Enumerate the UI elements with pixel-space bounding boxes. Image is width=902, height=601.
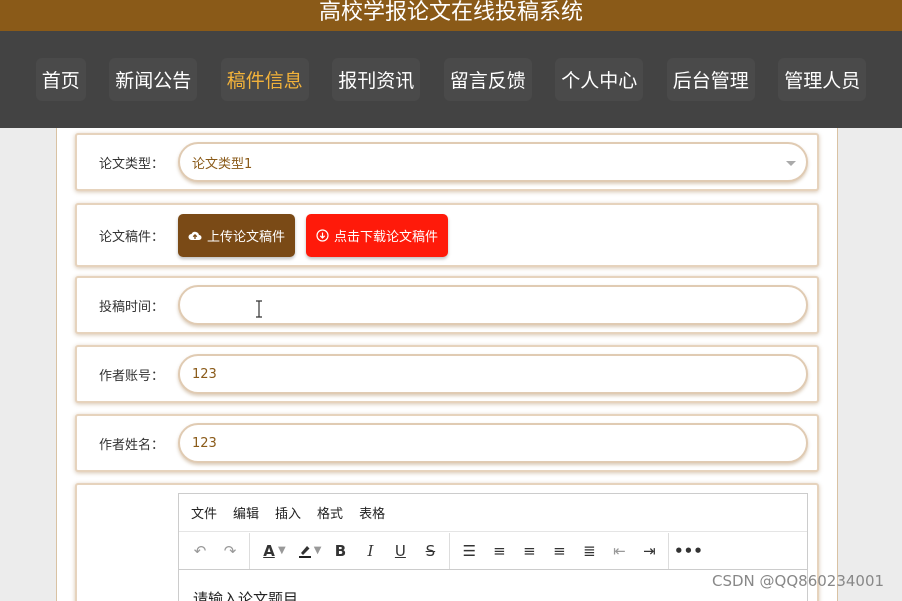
nav-managers[interactable]: 管理人员 — [778, 58, 867, 101]
nav-home[interactable]: 首页 — [35, 58, 86, 101]
italic-icon[interactable]: I — [355, 536, 385, 566]
nav-journal-info[interactable]: 报刊资讯 — [332, 58, 421, 101]
chevron-down-icon[interactable]: ▼ — [278, 545, 286, 556]
align-left-icon[interactable]: ≡ — [484, 536, 514, 566]
menu-edit[interactable]: 编辑 — [233, 503, 259, 522]
nav-personal-center[interactable]: 个人中心 — [555, 58, 644, 101]
cloud-upload-icon — [188, 231, 202, 240]
underline-icon[interactable]: U — [385, 536, 415, 566]
nav-admin[interactable]: 后台管理 — [666, 58, 755, 101]
form-panel: 论文类型： 论文类型1 论文稿件： 上传论文稿件 点击下载论文稿件 投稿时间： … — [56, 128, 838, 601]
toolbar-divider — [249, 532, 250, 569]
submit-time-row: 投稿时间： — [75, 276, 819, 334]
undo-icon[interactable]: ↶ — [185, 536, 215, 566]
editor-menubar: 文件 编辑 插入 格式 表格 — [179, 494, 807, 532]
toolbar-divider — [449, 532, 451, 569]
chevron-down-icon — [786, 161, 796, 166]
paper-type-value: 论文类型1 — [192, 156, 253, 172]
nav-manuscripts[interactable]: 稿件信息 — [220, 58, 309, 101]
author-account-row: 作者账号： 123 — [75, 345, 819, 403]
upload-paper-button[interactable]: 上传论文稿件 — [178, 214, 296, 257]
submit-time-label: 投稿时间： — [99, 299, 165, 315]
site-title: 高校学报论文在线投稿系统 — [0, 0, 902, 31]
menu-file[interactable]: 文件 — [191, 503, 217, 522]
main-nav: 首页 新闻公告 稿件信息 报刊资讯 留言反馈 个人中心 后台管理 管理人员 — [0, 31, 902, 128]
author-name-value: 123 — [192, 435, 217, 451]
toolbar-divider — [668, 532, 670, 569]
download-paper-label: 点击下载论文稿件 — [334, 230, 439, 245]
paper-type-select[interactable]: 论文类型1 — [178, 142, 808, 182]
paper-file-label: 论文稿件： — [99, 229, 165, 245]
nav-feedback[interactable]: 留言反馈 — [443, 58, 532, 101]
paper-type-label: 论文类型： — [99, 156, 165, 172]
editor-toolbar: ↶ ↷ A ▼ ▼ B I U S ☰ ≡ ≡ ≡ ≣ ⇤ ⇥ ••• — [179, 532, 807, 570]
paper-type-row: 论文类型： 论文类型1 — [75, 133, 819, 191]
paper-file-row: 论文稿件： 上传论文稿件 点击下载论文稿件 — [75, 203, 819, 267]
editor-row: 文件 编辑 插入 格式 表格 ↶ ↷ A ▼ ▼ B I U S ☰ ≡ ≡ ≡… — [75, 483, 819, 601]
indent-icon[interactable]: ⇥ — [634, 536, 664, 566]
menu-insert[interactable]: 插入 — [275, 503, 301, 522]
more-icon[interactable]: ••• — [673, 536, 703, 566]
author-account-label: 作者账号： — [99, 368, 165, 384]
watermark: CSDN @QQ860234001 — [712, 572, 885, 590]
submit-time-input[interactable] — [178, 285, 808, 325]
chevron-down-icon[interactable]: ▼ — [314, 545, 322, 556]
align-justify-icon[interactable]: ≣ — [574, 536, 604, 566]
strikethrough-icon[interactable]: S — [415, 536, 445, 566]
nav-news[interactable]: 新闻公告 — [109, 58, 198, 101]
author-name-row: 作者姓名： 123 — [75, 414, 819, 472]
align-center-icon[interactable]: ≡ — [514, 536, 544, 566]
upload-paper-label: 上传论文稿件 — [207, 230, 286, 245]
author-account-value: 123 — [192, 366, 217, 382]
align-right-icon[interactable]: ≡ — [544, 536, 574, 566]
download-circle-icon — [316, 229, 329, 242]
menu-format[interactable]: 格式 — [317, 503, 343, 522]
menu-table[interactable]: 表格 — [359, 503, 385, 522]
bold-icon[interactable]: B — [325, 536, 355, 566]
redo-icon[interactable]: ↷ — [215, 536, 245, 566]
author-name-label: 作者姓名： — [99, 437, 165, 453]
line-height-icon[interactable]: ☰ — [454, 536, 484, 566]
author-name-input[interactable]: 123 — [178, 423, 808, 463]
download-paper-button[interactable]: 点击下载论文稿件 — [306, 214, 449, 257]
outdent-icon[interactable]: ⇤ — [604, 536, 634, 566]
author-account-input[interactable]: 123 — [178, 354, 808, 394]
text-cursor-icon — [256, 300, 262, 318]
